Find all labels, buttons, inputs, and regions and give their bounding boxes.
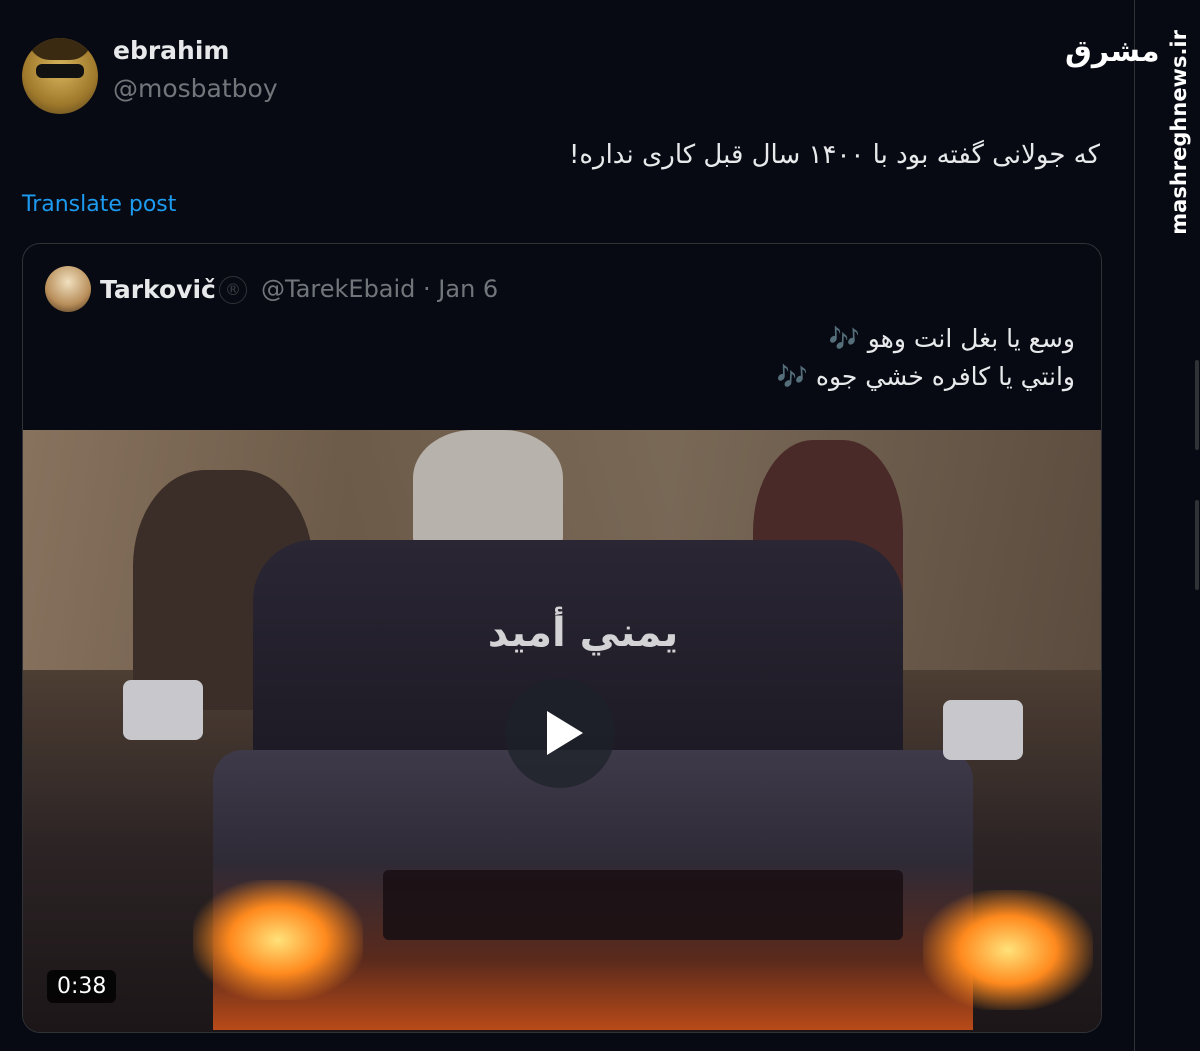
quoted-line-1-text: وسع يا بغل انت وهو <box>867 324 1075 353</box>
author-name[interactable]: ebrahim <box>113 36 229 65</box>
right-border-column: مشرق mashreghnews.ir <box>1065 0 1200 1051</box>
avatar-hair <box>28 38 92 60</box>
video-player[interactable]: يمني أميد 0:38 <box>23 430 1101 1032</box>
quoted-handle-date[interactable]: @TarekEbaid · Jan 6 <box>261 275 498 303</box>
scrollbar-edge <box>1195 360 1199 450</box>
verified-badge-icon: ® <box>219 276 247 304</box>
music-notes-icon: 🎶 <box>828 324 860 353</box>
tweet: ebrahim @mosbatboy که جولانی گفته بود با… <box>0 0 1132 1051</box>
video-person-roof <box>413 430 563 550</box>
watermark-url: mashreghnews.ir <box>1167 30 1191 235</box>
quoted-line-2-text: وانتي يا كافره خشي جوه <box>815 362 1075 391</box>
video-headlight-left <box>193 880 363 1000</box>
video-car-mirror-left <box>123 680 203 740</box>
quoted-author-name[interactable]: Tarkovič <box>100 275 216 304</box>
video-car-mirror-right <box>943 700 1023 760</box>
video-headlight-right <box>923 890 1093 1010</box>
author-handle[interactable]: @mosbatboy <box>113 74 278 103</box>
quoted-author-avatar[interactable] <box>45 266 91 312</box>
translate-post-link[interactable]: Translate post <box>22 192 176 217</box>
quoted-text-line-1: وسع يا بغل انت وهو 🎶 <box>829 324 1075 354</box>
video-car-grille <box>383 870 903 940</box>
music-notes-icon: 🎶 <box>776 362 808 391</box>
author-avatar[interactable] <box>22 38 98 114</box>
quoted-text-line-2: وانتي يا كافره خشي جوه 🎶 <box>777 362 1075 392</box>
mashregh-logo: مشرق <box>1065 34 1160 69</box>
scrollbar-edge <box>1195 500 1199 590</box>
windshield-text: يمني أميد <box>487 610 679 656</box>
play-button[interactable] <box>505 678 615 788</box>
video-duration: 0:38 <box>47 970 117 1003</box>
avatar-glasses <box>36 64 84 78</box>
quoted-tweet[interactable]: Tarkovič ® @TarekEbaid · Jan 6 وسع يا بغ… <box>22 243 1102 1033</box>
tweet-text: که جولانی گفته بود با ۱۴۰۰ سال قبل کاری … <box>568 140 1100 170</box>
play-icon <box>547 711 583 755</box>
